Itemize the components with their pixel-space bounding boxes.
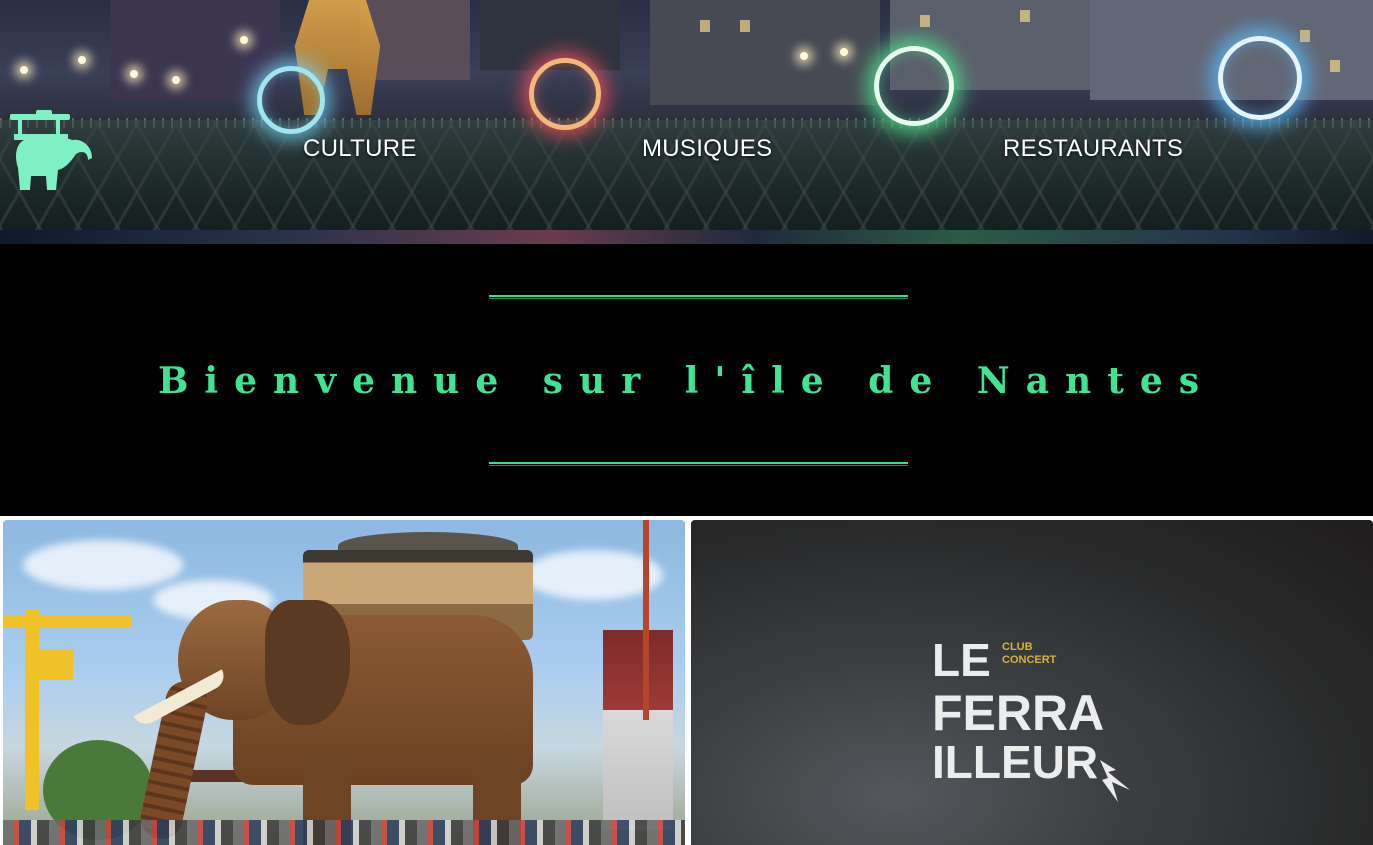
divider-top — [489, 295, 908, 299]
elephant-logo-icon[interactable] — [6, 110, 92, 196]
water-reflection — [0, 230, 1373, 244]
window-light — [740, 20, 750, 32]
window-light — [920, 15, 930, 27]
neon-ring — [1218, 36, 1302, 120]
logo-tag-club: CLUB — [1002, 641, 1033, 653]
logo-line3: ILLEUR — [932, 736, 1098, 788]
window-light — [1300, 30, 1310, 42]
yellow-crane — [25, 610, 39, 810]
lightning-icon — [1100, 760, 1130, 802]
window-light — [1330, 60, 1340, 72]
nav-culture[interactable]: CULTURE — [303, 134, 417, 164]
streetlight — [78, 56, 86, 64]
logo-line1: LE — [932, 634, 991, 686]
nav-musiques[interactable]: MUSIQUES — [642, 134, 772, 164]
elephant-ear — [265, 600, 350, 725]
logo-tag-concert: CONCERT — [1002, 654, 1057, 666]
streetlight — [840, 48, 848, 56]
card-culture-elephant[interactable] — [3, 520, 685, 845]
red-crane — [643, 520, 649, 720]
neon-ring — [529, 58, 601, 130]
building — [110, 0, 280, 100]
building — [480, 0, 620, 70]
streetlight — [172, 76, 180, 84]
window-light — [700, 20, 710, 32]
welcome-title: Bienvenue sur l'île de Nantes — [157, 360, 1216, 402]
logo-line2: FERRA — [932, 685, 1104, 741]
le-ferrailleur-logo: LE FERRA ILLEUR CLUB CONCERT — [932, 634, 1130, 802]
streetlight — [130, 70, 138, 78]
cloud — [23, 540, 183, 590]
streetlight — [240, 36, 248, 44]
yellow-crane-cab — [33, 650, 73, 680]
streetlight — [800, 52, 808, 60]
hero-header: CULTURE MUSIQUES RESTAURANTS — [0, 0, 1373, 244]
streetlight — [20, 66, 28, 74]
window-light — [1020, 10, 1030, 22]
cloud — [523, 550, 663, 600]
yellow-crane-arm — [3, 615, 131, 627]
neon-ring — [257, 66, 325, 134]
divider-bottom — [489, 462, 908, 466]
welcome-section: Bienvenue sur l'île de Nantes — [0, 244, 1373, 516]
carousel-tower — [603, 630, 673, 830]
crowd — [3, 820, 685, 845]
neon-ring — [874, 46, 954, 126]
nav-restaurants[interactable]: RESTAURANTS — [1003, 134, 1183, 164]
